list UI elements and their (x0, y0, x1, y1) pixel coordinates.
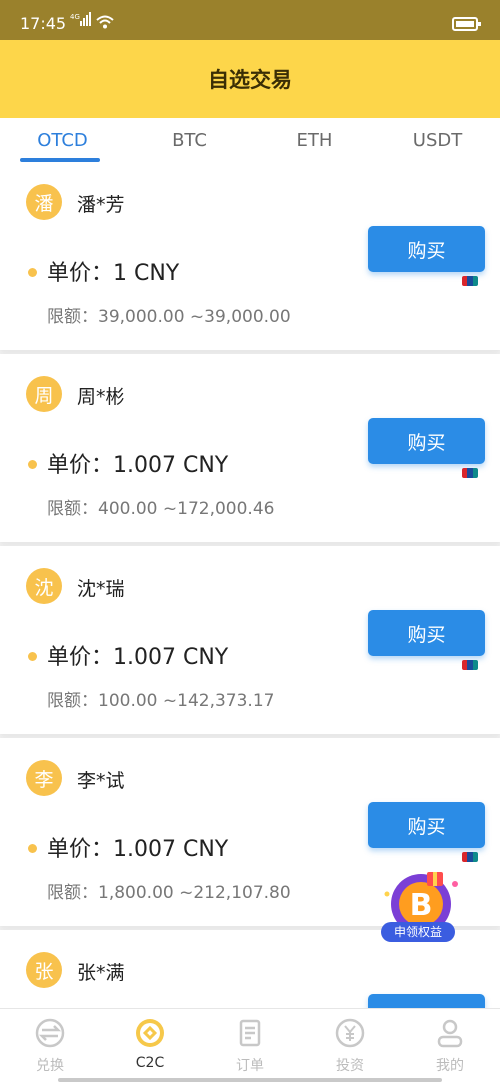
wifi-icon (96, 14, 114, 33)
buy-button[interactable]: 购买 (368, 610, 485, 656)
nav-label: 订单 (236, 1058, 264, 1074)
tab-otcd[interactable]: OTCD (0, 130, 125, 151)
trade-limit: 限额：400.00 ~172,000.46 (47, 499, 275, 519)
battery-icon (452, 17, 481, 31)
unit-price: 单价：1.007 CNY (47, 453, 229, 478)
nav-orders[interactable]: 订单 (200, 1017, 300, 1075)
avatar: 沈 (26, 568, 62, 604)
trade-limit: 限额：100.00 ~142,373.17 (47, 691, 275, 711)
unit-price: 单价：1 CNY (47, 261, 180, 286)
home-indicator (58, 1078, 442, 1082)
unionpay-icon (462, 852, 478, 862)
buy-button[interactable]: 购买 (368, 802, 485, 848)
promo-badge[interactable]: B 申领权益 (377, 870, 463, 946)
currency-tabs: OTCD BTC ETH USDT (0, 118, 500, 164)
unionpay-icon (462, 468, 478, 478)
unit-price: 单价：1.007 CNY (47, 645, 229, 670)
trade-limit: 限额：39,000.00 ~39,000.00 (47, 307, 291, 327)
nav-c2c[interactable]: C2C (100, 1017, 200, 1071)
signal-icon: 4G (70, 12, 92, 32)
price-dot (28, 844, 37, 853)
unionpay-icon (462, 276, 478, 286)
listing-card: 周 周*彬 单价：1.007 CNY 限额：400.00 ~172,000.46… (0, 354, 500, 542)
status-time: 17:45 (20, 14, 67, 33)
page-title: 自选交易 (208, 68, 292, 92)
unionpay-icon (462, 660, 478, 670)
seller-name: 沈*瑞 (77, 578, 125, 600)
buy-button[interactable] (368, 994, 485, 1008)
order-icon (239, 1019, 261, 1047)
nav-label: 兑换 (36, 1058, 64, 1074)
nav-profile[interactable]: 我的 (400, 1017, 500, 1075)
trade-limit: 限额：1,800.00 ~212,107.80 (47, 883, 291, 903)
seller-name: 张*满 (77, 962, 125, 984)
header-bar: 自选交易 (0, 40, 500, 118)
tab-eth[interactable]: ETH (252, 130, 377, 151)
nav-label: 我的 (436, 1058, 464, 1074)
invest-icon (335, 1018, 365, 1048)
tab-btc[interactable]: BTC (127, 130, 252, 151)
buy-button[interactable]: 购买 (368, 226, 485, 272)
price-dot (28, 460, 37, 469)
nav-label: C2C (135, 1055, 165, 1071)
nav-label: 投资 (336, 1058, 364, 1074)
nav-invest[interactable]: 投资 (300, 1017, 400, 1075)
nav-exchange[interactable]: 兑换 (0, 1017, 100, 1075)
buy-button[interactable]: 购买 (368, 418, 485, 464)
svg-text:B: B (410, 888, 433, 923)
bottom-nav: 兑换 C2C 订单 投资 我的 (0, 1008, 500, 1083)
profile-icon (437, 1019, 463, 1048)
promo-label: 申领权益 (393, 925, 442, 939)
price-dot (28, 268, 37, 277)
listing-card: 沈 沈*瑞 单价：1.007 CNY 限额：100.00 ~142,373.17… (0, 546, 500, 734)
exchange-icon (35, 1018, 65, 1048)
svg-text:4G: 4G (70, 13, 80, 21)
status-bar: 17:45 4G (0, 0, 500, 40)
seller-name: 周*彬 (77, 386, 125, 408)
listing-card: 潘 潘*芳 单价：1 CNY 限额：39,000.00 ~39,000.00 购… (0, 164, 500, 350)
active-tab-indicator (20, 158, 100, 162)
unit-price: 单价：1.007 CNY (47, 837, 229, 862)
avatar: 李 (26, 760, 62, 796)
c2c-icon (136, 1019, 164, 1047)
avatar: 周 (26, 376, 62, 412)
price-dot (28, 652, 37, 661)
seller-name: 李*试 (77, 770, 125, 792)
seller-name: 潘*芳 (77, 194, 125, 216)
tab-usdt[interactable]: USDT (375, 130, 500, 151)
avatar: 潘 (26, 184, 62, 220)
avatar: 张 (26, 952, 62, 988)
